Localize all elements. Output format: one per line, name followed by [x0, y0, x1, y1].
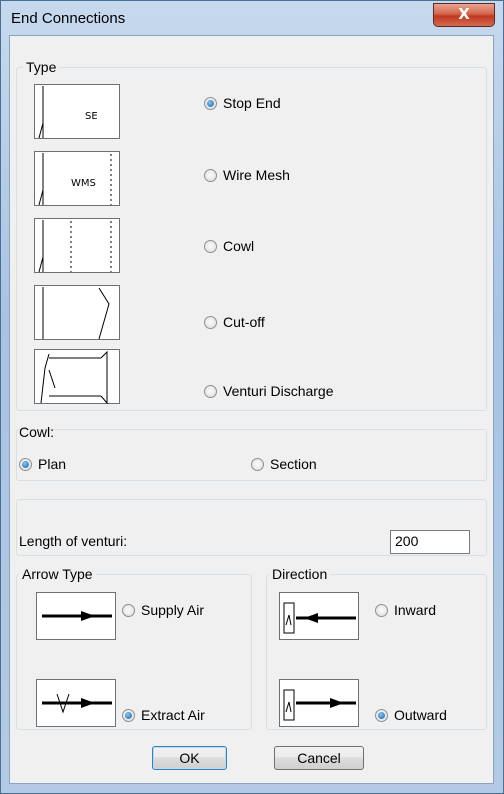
radio-plan-label: Plan — [38, 456, 67, 472]
radio-inward-label: Inward — [394, 602, 437, 618]
wire-mesh-thumb-text: WMS — [71, 178, 96, 189]
radio-venturi-discharge-indicator[interactable] — [204, 384, 217, 398]
wire-mesh-thumbnail: WMS — [34, 151, 120, 206]
radio-supply-air-label: Supply Air — [141, 602, 205, 618]
radio-inward[interactable]: Inward — [375, 602, 436, 618]
outward-thumbnail — [279, 679, 359, 727]
cowl-thumbnail — [34, 218, 120, 273]
radio-stop-end-indicator[interactable] — [204, 96, 217, 110]
radio-plan[interactable]: Plan — [19, 456, 66, 472]
radio-cut-off-label: Cut-off — [223, 314, 265, 330]
venturi-thumbnail — [34, 349, 120, 405]
radio-cut-off[interactable]: Cut-off — [204, 314, 265, 330]
stop-end-icon: SE — [38, 86, 98, 139]
radio-venturi-discharge-label: Venturi Discharge — [223, 383, 334, 399]
ok-button[interactable]: OK — [152, 746, 227, 770]
arrow-type-title: Arrow Type — [19, 566, 96, 582]
close-button[interactable]: X — [433, 3, 495, 27]
supply-air-icon — [42, 611, 112, 621]
venturi-length-input[interactable]: 200 — [390, 530, 470, 554]
cut-off-icon — [42, 287, 110, 340]
inward-icon — [283, 602, 356, 634]
title-bar[interactable]: End Connections X — [1, 1, 503, 35]
radio-wire-mesh-label: Wire Mesh — [223, 167, 290, 183]
radio-cowl[interactable]: Cowl — [204, 238, 254, 254]
stop-end-thumb-text: SE — [85, 111, 98, 122]
cowl-group-title: Cowl: — [19, 424, 55, 440]
type-group-title: Type — [23, 59, 60, 75]
direction-title: Direction — [269, 566, 331, 582]
radio-section-label: Section — [270, 456, 317, 472]
radio-outward-indicator[interactable] — [375, 708, 388, 722]
stop-end-thumbnail: SE — [34, 84, 120, 139]
radio-extract-air-label: Extract Air — [141, 707, 205, 723]
radio-stop-end-label: Stop End — [223, 95, 281, 111]
radio-supply-air-indicator[interactable] — [122, 603, 135, 617]
radio-outward[interactable]: Outward — [375, 707, 447, 723]
radio-stop-end[interactable]: Stop End — [204, 95, 281, 111]
radio-extract-air[interactable]: Extract Air — [122, 707, 205, 723]
close-icon: X — [458, 5, 470, 23]
radio-cut-off-indicator[interactable] — [204, 315, 217, 329]
venturi-icon — [40, 350, 108, 405]
radio-supply-air[interactable]: Supply Air — [122, 602, 204, 618]
cowl-group — [16, 429, 487, 481]
radio-cowl-indicator[interactable] — [204, 239, 217, 253]
extract-air-thumbnail — [36, 679, 116, 727]
cancel-button[interactable]: Cancel — [274, 746, 364, 770]
cowl-icon — [38, 220, 112, 273]
cut-off-thumbnail — [34, 285, 120, 340]
radio-outward-label: Outward — [394, 707, 447, 723]
radio-plan-indicator[interactable] — [19, 457, 32, 471]
wire-mesh-icon: WMS — [38, 153, 112, 206]
radio-section[interactable]: Section — [251, 456, 317, 472]
supply-air-thumbnail — [36, 592, 116, 640]
outward-icon — [283, 689, 356, 721]
venturi-length-label: Length of venturi: — [19, 533, 128, 549]
radio-inward-indicator[interactable] — [375, 603, 388, 617]
radio-cowl-label: Cowl — [223, 238, 255, 254]
inward-thumbnail — [279, 592, 359, 640]
radio-wire-mesh-indicator[interactable] — [204, 168, 217, 182]
dialog-window: End Connections X Type SE WMS Stop End W… — [0, 0, 504, 794]
dialog-client: Type SE WMS Stop End Wire Mesh Cowl Cut-… — [9, 35, 494, 784]
radio-section-indicator[interactable] — [251, 457, 264, 471]
radio-wire-mesh[interactable]: Wire Mesh — [204, 167, 290, 183]
dialog-title: End Connections — [11, 10, 126, 27]
radio-extract-air-indicator[interactable] — [122, 708, 135, 722]
extract-air-icon — [42, 693, 112, 714]
radio-venturi-discharge[interactable]: Venturi Discharge — [204, 383, 334, 399]
